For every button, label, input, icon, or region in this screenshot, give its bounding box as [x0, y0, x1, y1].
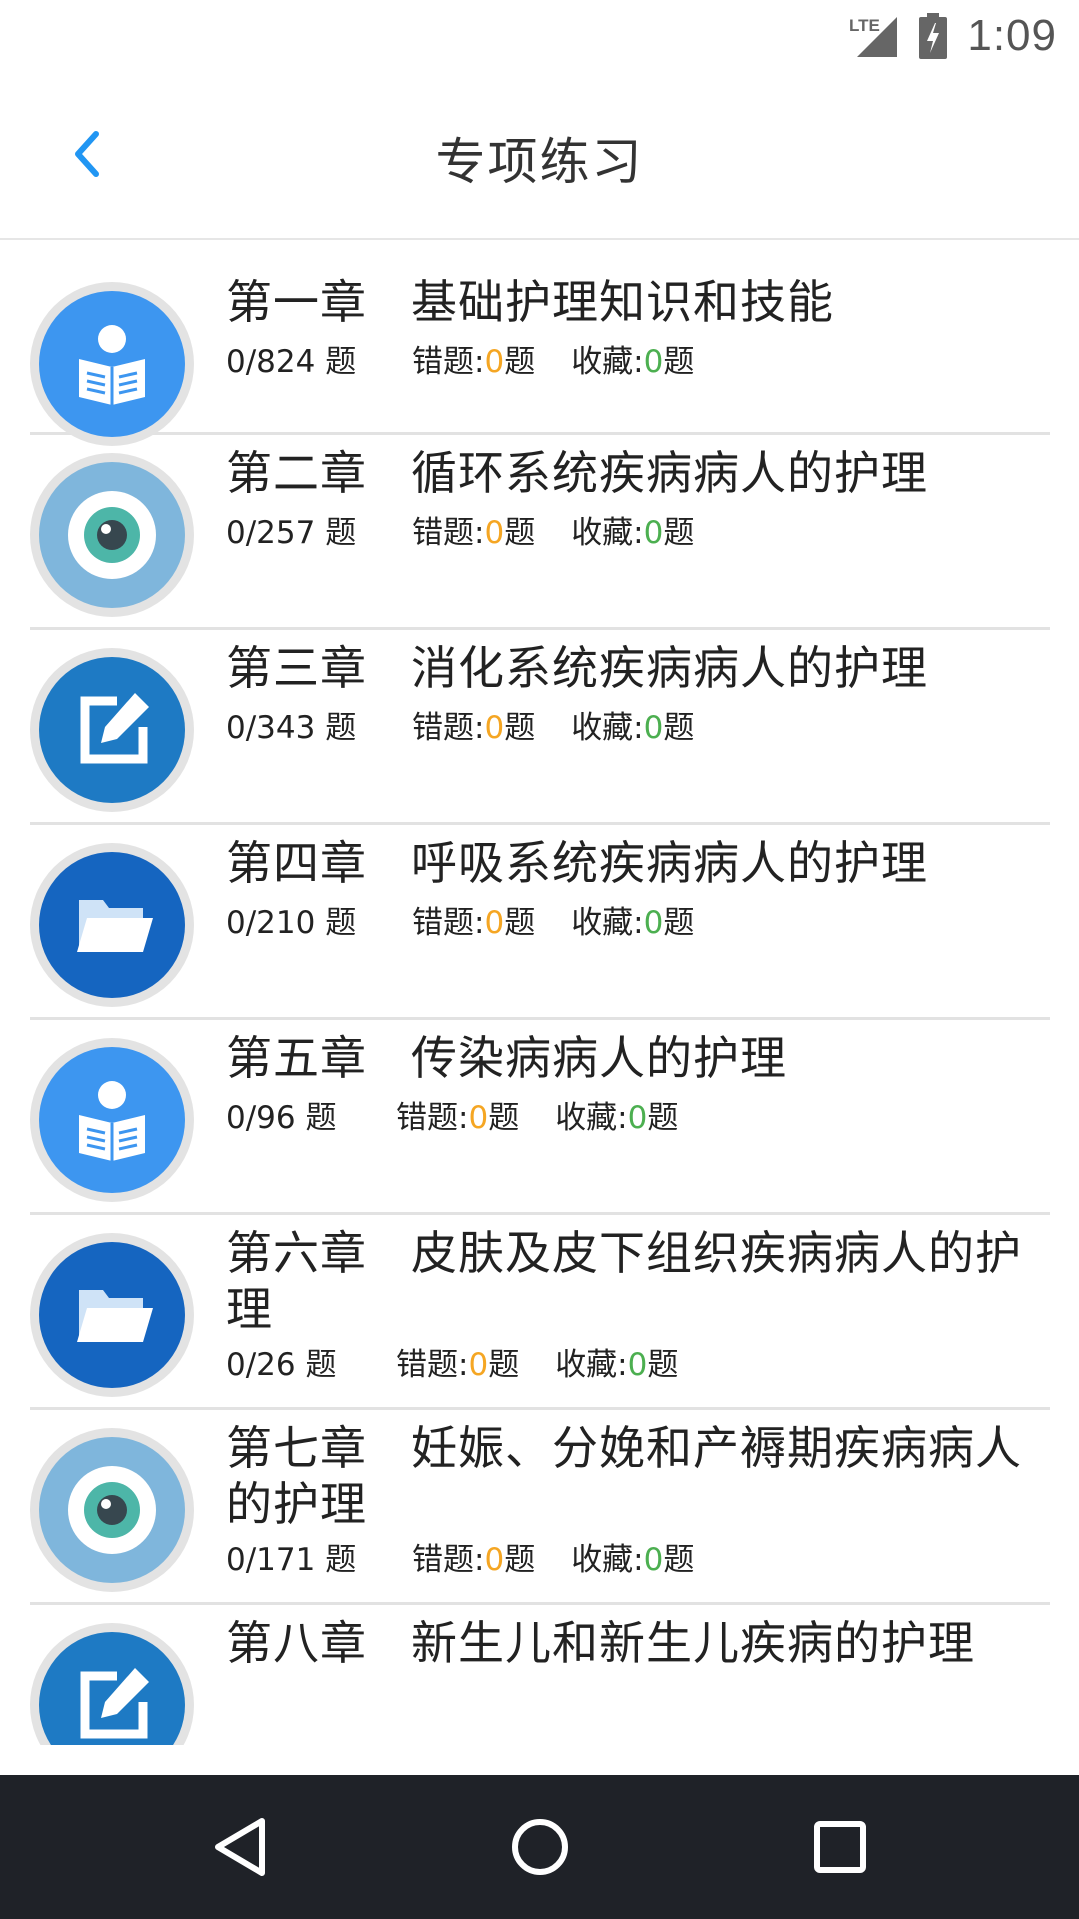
avatar [30, 282, 194, 446]
chapter-stats: 0/824 题错题:0题 收藏:0题 [226, 344, 695, 380]
nav-back-button[interactable] [180, 1775, 300, 1919]
edit-icon [80, 1668, 149, 1739]
status-time: 1:09 [967, 11, 1057, 60]
status-icons: LTE 1:09 [847, 10, 1057, 62]
avatar [30, 1428, 194, 1592]
status-bar: LTE 1:09 [0, 0, 1079, 72]
chapter-title: 第二章 循环系统疾病病人的护理 [226, 446, 928, 500]
avatar [30, 1233, 194, 1397]
chapter-row[interactable]: 第八章 新生儿和新生儿疾病的护理 [30, 1605, 1050, 1745]
circle-home-icon [512, 1819, 568, 1875]
chapter-stats: 0/257 题错题:0题 收藏:0题 [226, 515, 695, 551]
chapter-row[interactable]: 第四章 呼吸系统疾病病人的护理 0/210 题错题:0题 收藏:0题 [30, 825, 1050, 1020]
app-bar: 专项练习 [0, 72, 1079, 240]
chapter-stats: 0/343 题错题:0题 收藏:0题 [226, 710, 695, 746]
svg-text:LTE: LTE [849, 16, 880, 35]
chapter-row[interactable]: 第一章 基础护理知识和技能 0/824 题错题:0题 收藏:0题 [30, 240, 1050, 446]
chapter-title: 第四章 呼吸系统疾病病人的护理 [226, 836, 928, 890]
chapter-title: 第五章 传染病病人的护理 [226, 1031, 787, 1085]
eye-icon [68, 1466, 156, 1554]
chapter-title: 第三章 消化系统疾病病人的护理 [226, 641, 928, 695]
avatar [30, 648, 194, 812]
chapter-title: 第七章 妊娠、分娩和产褥期疾病病人的护理 [226, 1421, 1022, 1531]
chapter-title: 第八章 新生儿和新生儿疾病的护理 [226, 1616, 975, 1670]
chapter-row[interactable]: 第五章 传染病病人的护理 0/96 题错题:0题 收藏:0题 [30, 1020, 1050, 1215]
chapter-title: 第一章 基础护理知识和技能 [226, 275, 834, 329]
chapter-stats: 0/26 题错题:0题 收藏:0题 [226, 1347, 679, 1383]
avatar [30, 1038, 194, 1202]
square-recents-icon [814, 1821, 866, 1873]
chapter-title: 第六章 皮肤及皮下组织疾病病人的护理 [226, 1226, 1022, 1336]
avatar [30, 1623, 194, 1745]
navigation-bar [0, 1775, 1079, 1919]
avatar [30, 843, 194, 1007]
folder-icon [77, 900, 153, 952]
chapter-stats: 0/96 题错题:0题 收藏:0题 [226, 1100, 679, 1136]
avatar [30, 453, 194, 617]
nav-recents-button[interactable] [780, 1775, 900, 1919]
folder-icon [77, 1290, 153, 1342]
eye-icon [68, 491, 156, 579]
chapter-stats: 0/210 题错题:0题 收藏:0题 [226, 905, 695, 941]
chapter-row[interactable]: 第七章 妊娠、分娩和产褥期疾病病人的护理 0/171 题错题:0题 收藏:0题 [30, 1410, 1050, 1605]
chapter-row[interactable]: 第二章 循环系统疾病病人的护理 0/257 题错题:0题 收藏:0题 [30, 435, 1050, 630]
chapter-list: 第一章 基础护理知识和技能 0/824 题错题:0题 收藏:0题 第二章 循环系统疾病… [30, 240, 1050, 1745]
edit-icon [80, 693, 149, 764]
reader-icon [79, 1081, 145, 1161]
page-title: 专项练习 [435, 133, 644, 191]
triangle-back-icon [215, 1818, 265, 1876]
chapter-row[interactable]: 第三章 消化系统疾病病人的护理 0/343 题错题:0题 收藏:0题 [30, 630, 1050, 825]
chapter-stats: 0/171 题错题:0题 收藏:0题 [226, 1542, 695, 1578]
reader-icon [79, 325, 145, 405]
chapter-row[interactable]: 第六章 皮肤及皮下组织疾病病人的护理 0/26 题错题:0题 收藏:0题 [30, 1215, 1050, 1410]
battery-charging-icon [919, 13, 948, 59]
lte-signal-icon: LTE [849, 16, 898, 57]
nav-home-button[interactable] [480, 1775, 600, 1919]
